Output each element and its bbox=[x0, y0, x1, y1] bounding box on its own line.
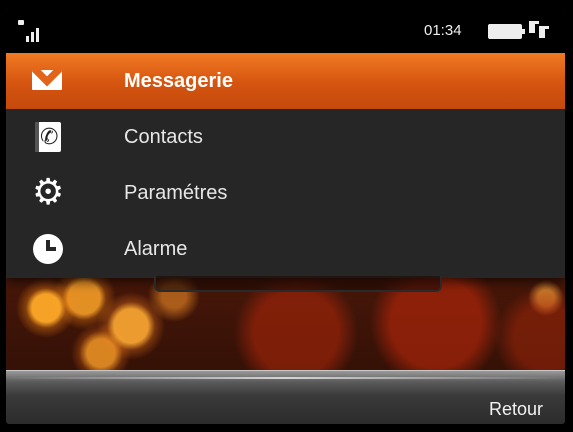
menu-item-label: Paramétres bbox=[124, 182, 228, 204]
status-bar: 01:34 bbox=[6, 8, 565, 53]
data-transfer-icon bbox=[529, 21, 551, 39]
gear-icon: ⚙ bbox=[32, 171, 65, 212]
menu-item-parametres[interactable]: ⚙ Paramétres bbox=[6, 165, 565, 221]
menu-item-label: Messagerie bbox=[124, 70, 233, 92]
back-softkey[interactable]: Retour bbox=[489, 399, 543, 420]
envelope-icon bbox=[32, 70, 62, 90]
signal-strength-icon bbox=[18, 20, 40, 42]
clock-icon bbox=[33, 234, 63, 264]
menu-item-messagerie[interactable]: Messagerie bbox=[6, 53, 565, 109]
main-menu: Messagerie ✆ Contacts ⚙ Paramétres Alarm… bbox=[6, 53, 565, 278]
status-time: 01:34 bbox=[424, 22, 462, 39]
phone-screen: 01:34 Messagerie ✆ Contacts ⚙ Paramétres… bbox=[6, 8, 565, 424]
softkey-bar: Retour bbox=[6, 370, 565, 424]
menu-item-label: Contacts bbox=[124, 126, 203, 148]
menu-item-alarme[interactable]: Alarme bbox=[6, 221, 565, 277]
menu-item-contacts[interactable]: ✆ Contacts bbox=[6, 109, 565, 165]
menu-item-label: Alarme bbox=[124, 238, 188, 260]
battery-full-icon bbox=[488, 24, 525, 39]
contacts-icon: ✆ bbox=[35, 122, 61, 152]
background-popup-edge bbox=[154, 276, 442, 292]
